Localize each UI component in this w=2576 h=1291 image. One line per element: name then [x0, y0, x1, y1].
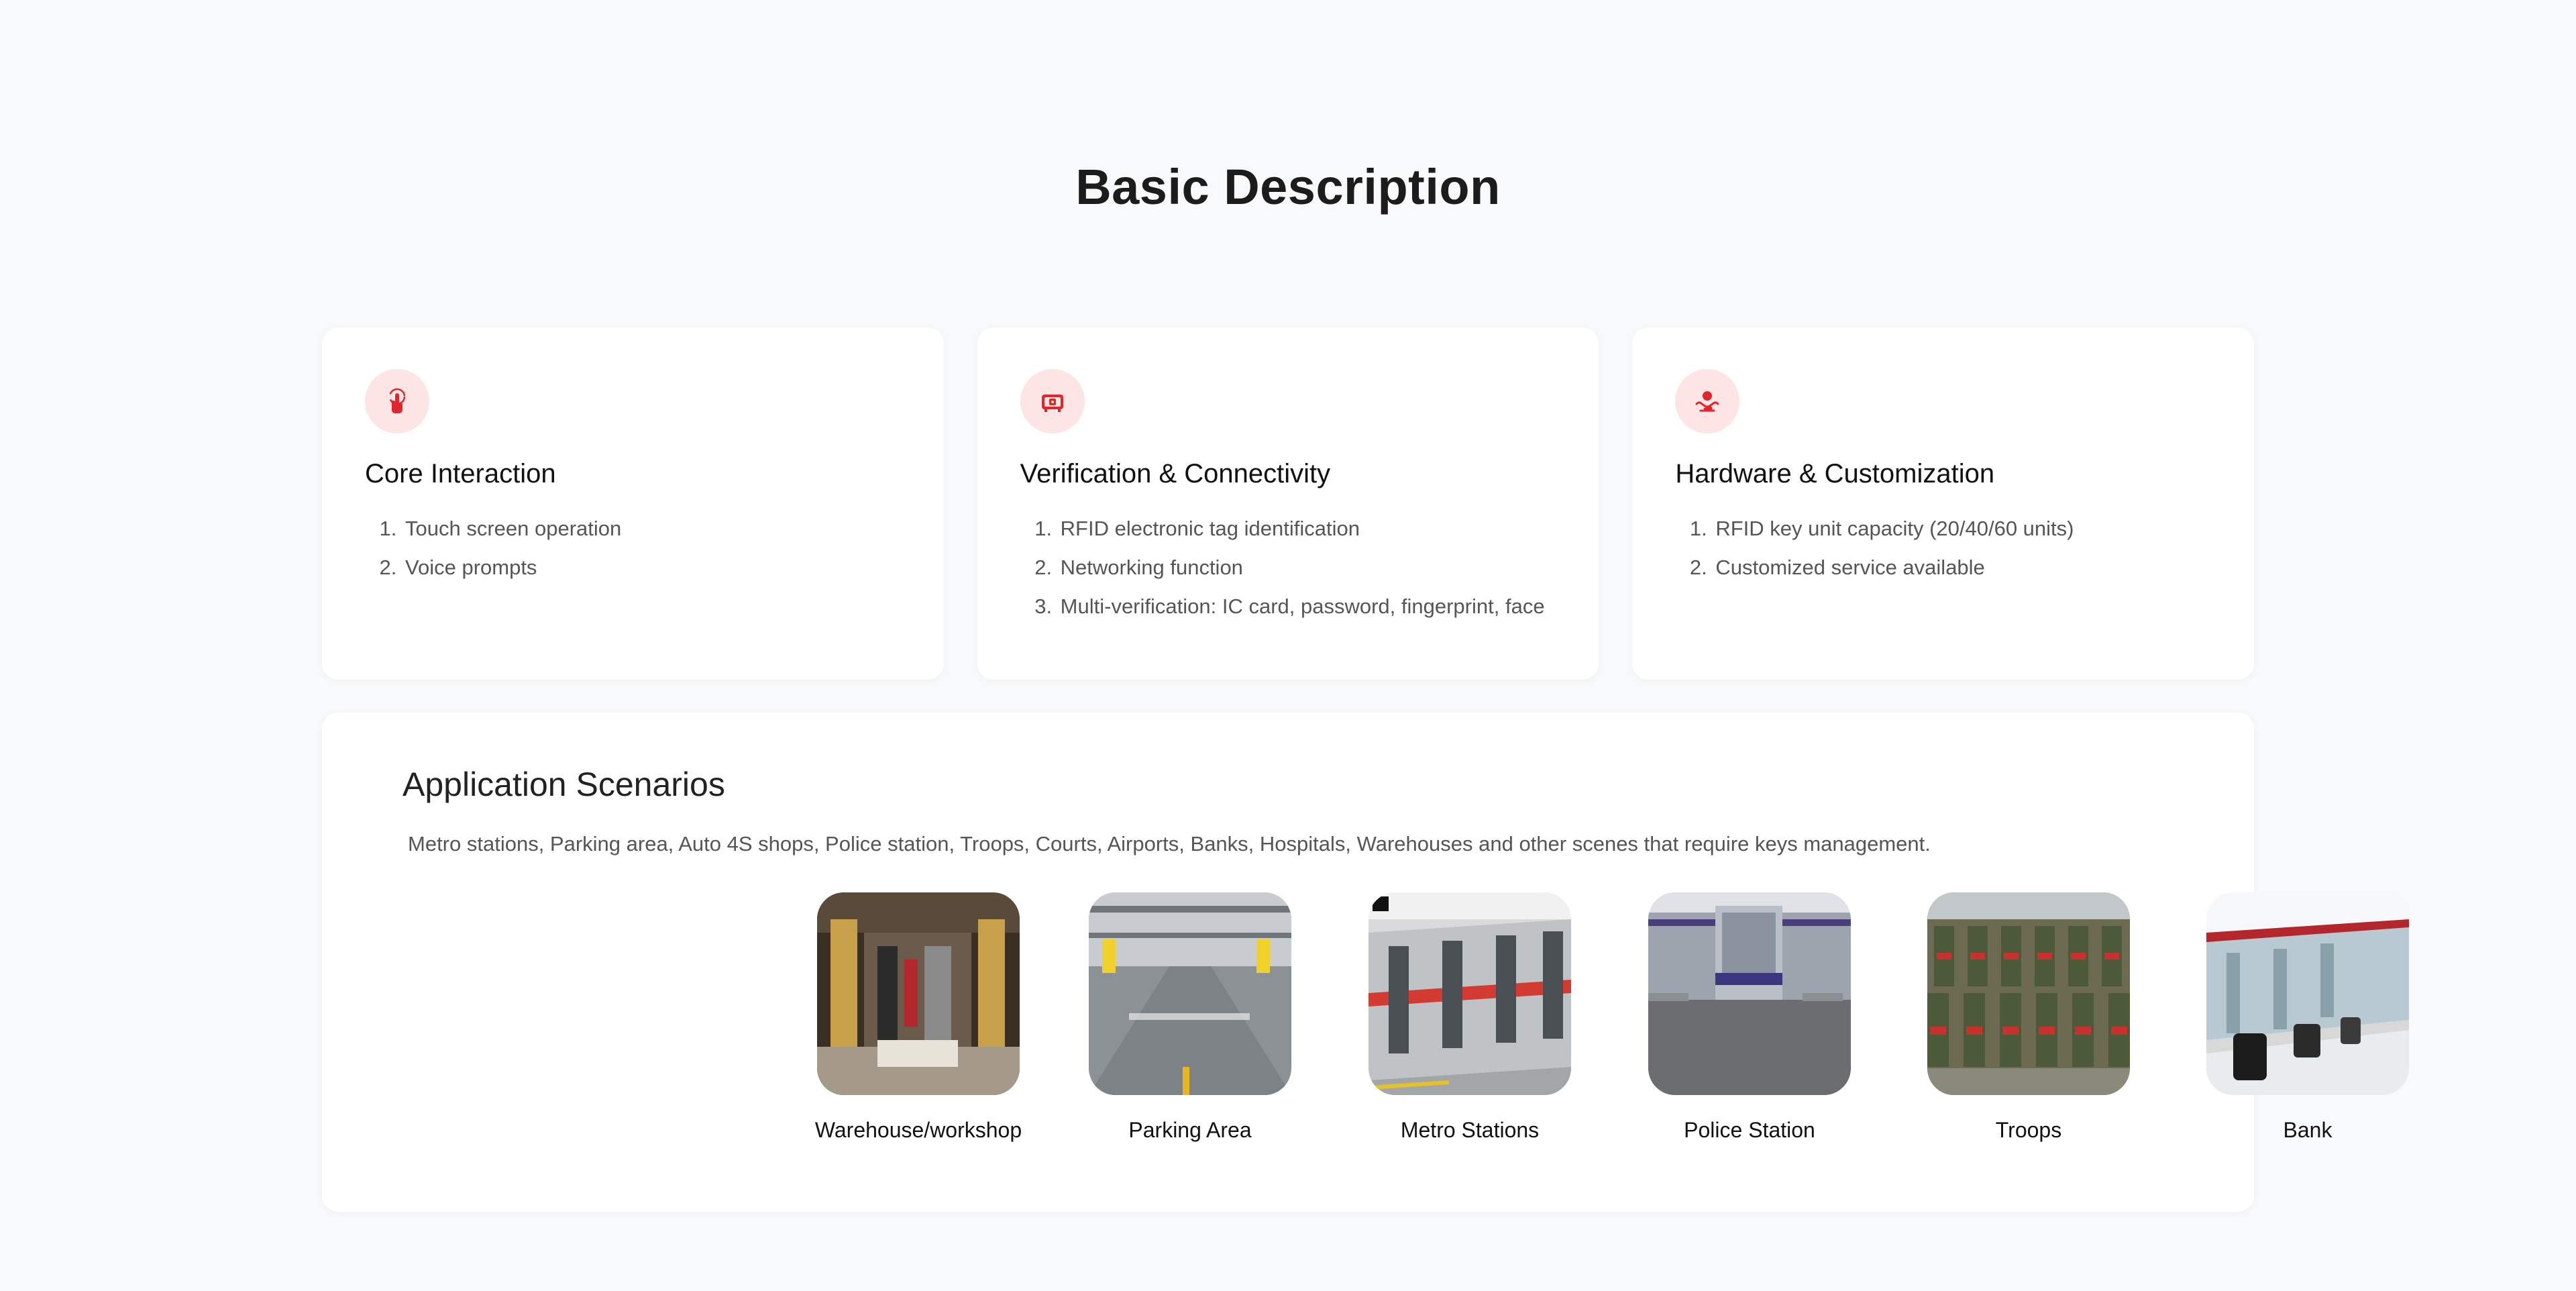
bank-photo	[2206, 892, 2409, 1095]
scenario-item-troops: Troops	[1921, 892, 2136, 1143]
list-item: Touch screen operation	[402, 509, 944, 548]
list-item: Multi-verification: IC card, password, f…	[1058, 587, 1599, 626]
list-item: Voice prompts	[402, 548, 944, 587]
scenario-item-parking: Parking Area	[1083, 892, 1297, 1143]
card-title: Hardware & Customization	[1675, 459, 1995, 488]
feature-list: Touch screen operation Voice prompts	[365, 509, 944, 587]
card-title: Core Interaction	[365, 459, 556, 488]
hand-customization-icon	[1675, 369, 1740, 433]
scenario-label: Parking Area	[1128, 1118, 1252, 1142]
scenario-label: Bank	[2283, 1118, 2332, 1142]
feature-list: RFID electronic tag identification Netwo…	[1020, 509, 1599, 626]
metro-photo	[1368, 892, 1571, 1095]
rfid-icon	[1020, 369, 1085, 433]
scenario-label: Troops	[1995, 1118, 2062, 1142]
page-title: Basic Description	[1075, 159, 1501, 215]
section-title: Application Scenarios	[402, 766, 725, 803]
parking-photo	[1089, 892, 1291, 1095]
application-scenarios-section: Application Scenarios Metro stations, Pa…	[322, 713, 2409, 1212]
police-station-photo	[1648, 892, 1851, 1095]
scenario-item-warehouse: Warehouse/workshop	[811, 892, 1026, 1143]
touch-icon	[365, 369, 429, 433]
feature-card-core-interaction: Core Interaction Touch screen operation …	[322, 327, 944, 680]
card-title: Verification & Connectivity	[1020, 459, 1331, 488]
scenario-label: Police Station	[1684, 1118, 1815, 1142]
feature-list: RFID key unit capacity (20/40/60 units) …	[1675, 509, 2254, 587]
scenario-item-metro: Metro Stations	[1362, 892, 1577, 1143]
list-item: Networking function	[1058, 548, 1599, 587]
list-item: Customized service available	[1713, 548, 2254, 587]
scenario-item-bank: Bank	[2200, 892, 2415, 1143]
list-item: RFID key unit capacity (20/40/60 units)	[1713, 509, 2254, 548]
feature-card-verification: Verification & Connectivity RFID electro…	[977, 327, 1599, 680]
troops-photo	[1927, 892, 2130, 1095]
scenario-label: Metro Stations	[1400, 1118, 1540, 1142]
feature-card-hardware: Hardware & Customization RFID key unit c…	[1632, 327, 2255, 680]
warehouse-photo	[817, 892, 1020, 1095]
scenario-label: Warehouse/workshop	[814, 1118, 1022, 1142]
feature-cards: Core Interaction Touch screen operation …	[322, 327, 2255, 680]
scenario-item-police: Police Station	[1642, 892, 1857, 1143]
list-item: RFID electronic tag identification	[1058, 509, 1599, 548]
section-description: Metro stations, Parking area, Auto 4S sh…	[408, 832, 1931, 856]
